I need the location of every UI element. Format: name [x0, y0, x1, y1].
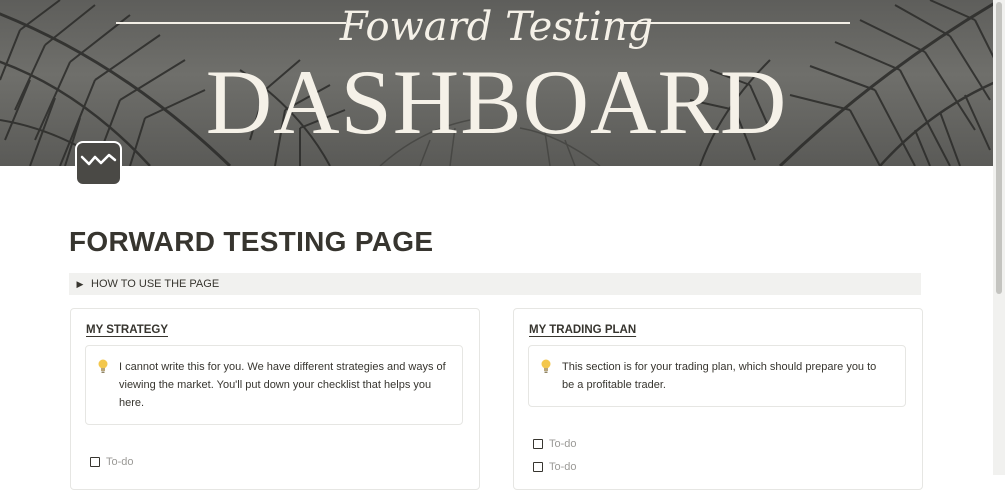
trading-plan-heading[interactable]: MY TRADING PLAN [529, 324, 636, 336]
scrollbar-thumb[interactable] [996, 2, 1002, 294]
cover-image[interactable]: Foward Testing DASHBOARD [0, 0, 993, 166]
trading-plan-callout[interactable]: This section is for your trading plan, w… [528, 345, 906, 407]
page-title[interactable]: FORWARD TESTING PAGE [69, 226, 433, 258]
cover-title: DASHBOARD [205, 51, 788, 153]
vertical-scrollbar[interactable] [993, 0, 1005, 475]
chart-check-icon[interactable] [77, 143, 120, 184]
toggle-how-to-use[interactable]: ▶ HOW TO USE THE PAGE [69, 273, 921, 295]
todo-placeholder: To-do [106, 456, 134, 468]
todo-placeholder: To-do [549, 461, 577, 473]
todo-item[interactable]: To-do [533, 461, 577, 473]
strategy-heading[interactable]: MY STRATEGY [86, 324, 168, 336]
lightbulb-icon [98, 359, 108, 373]
trading-plan-callout-text: This section is for your trading plan, w… [562, 361, 877, 391]
checkbox[interactable] [90, 457, 100, 467]
checkbox[interactable] [533, 439, 543, 449]
todo-placeholder: To-do [549, 438, 577, 450]
strategy-callout-text: I cannot write this for you. We have dif… [119, 361, 446, 409]
todo-item[interactable]: To-do [533, 438, 577, 450]
cover-subtitle: Foward Testing [339, 4, 654, 50]
toggle-label: HOW TO USE THE PAGE [91, 278, 220, 290]
lightbulb-icon [541, 359, 551, 373]
checkbox[interactable] [533, 462, 543, 472]
trading-plan-card: MY TRADING PLAN This section is for your… [513, 308, 923, 490]
strategy-callout[interactable]: I cannot write this for you. We have dif… [85, 345, 463, 425]
triangle-right-icon[interactable]: ▶ [69, 279, 91, 290]
strategy-card: MY STRATEGY I cannot write this for you.… [70, 308, 480, 490]
todo-item[interactable]: To-do [90, 456, 134, 468]
